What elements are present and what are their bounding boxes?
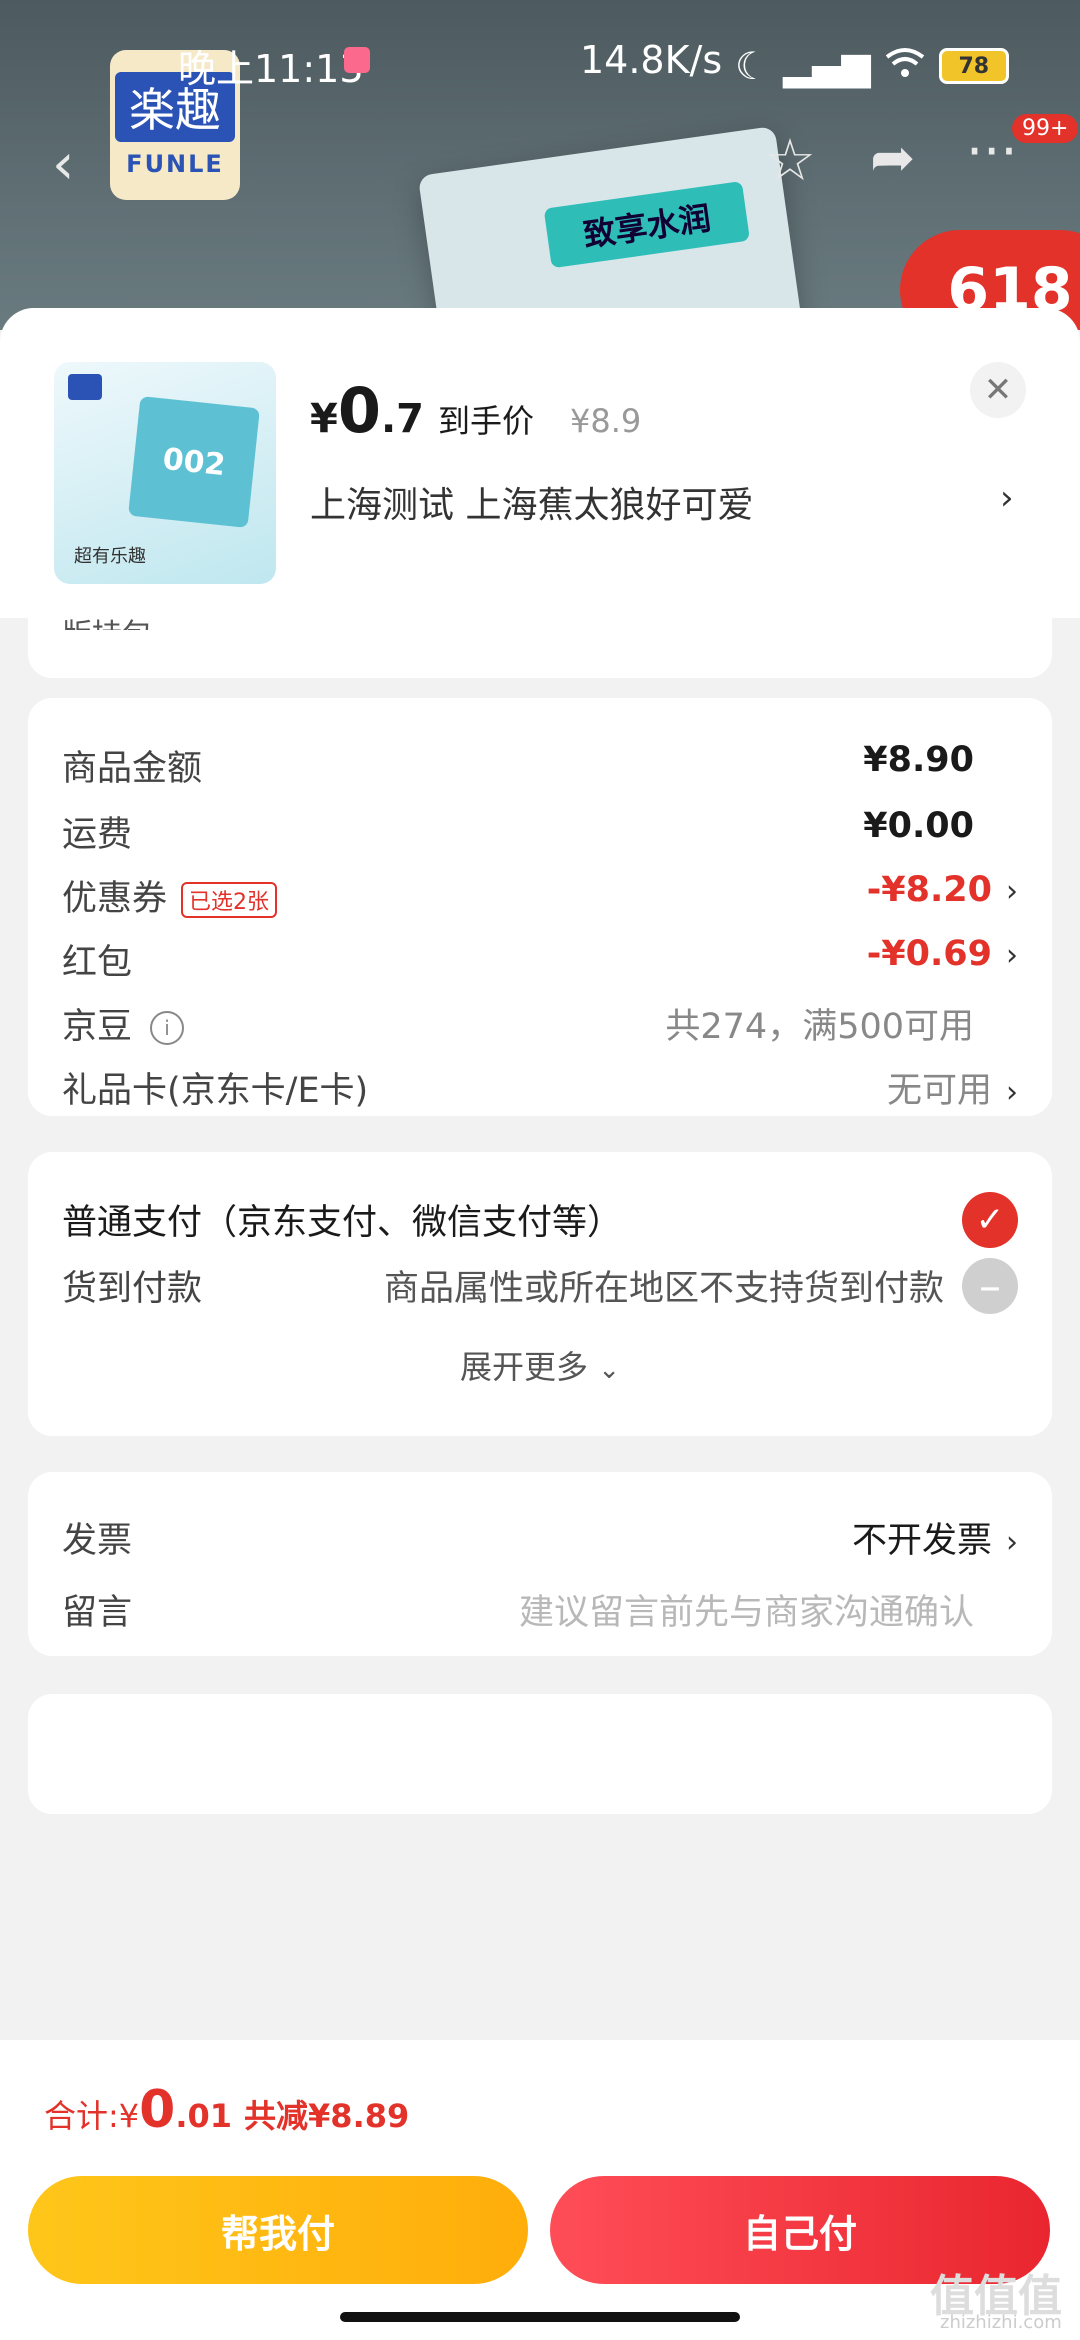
red-packet-value: -¥0.69 bbox=[866, 934, 992, 974]
watermark-sub: zhizhizhi.com bbox=[940, 2312, 1062, 2333]
thumb-tagline: 超有乐趣 bbox=[74, 546, 146, 567]
red-packet-label: 红包 bbox=[62, 943, 133, 983]
price-summary-card: 商品金额 ¥8.90 运费 ¥0.00 优惠券 已选2张 -¥8.20 › 红包 -… bbox=[28, 698, 1052, 1116]
share-icon[interactable]: ➦ bbox=[870, 126, 915, 189]
invoice-message-card: 发票 不开发票 › 留言 建议留言前先与商家沟通确认 bbox=[28, 1472, 1052, 1656]
product-header: 002 超有乐趣 ¥ 0 .7 到手价 ¥8.9 上海测试 上海蕉太狼好可爱 ›… bbox=[0, 308, 1080, 618]
gift-card-value: 无可用 bbox=[886, 1071, 992, 1111]
signal-icon: ▂▄▆ bbox=[783, 44, 871, 88]
network-speed: 14.8K/s bbox=[580, 38, 723, 82]
total-integer: 0 bbox=[139, 2080, 176, 2140]
expand-more-button[interactable]: 展开更多 ⌄ bbox=[28, 1342, 1052, 1388]
total-savings: 共减¥8.89 bbox=[244, 2097, 410, 2135]
thumb-package: 002 bbox=[128, 396, 260, 528]
more-icon[interactable]: ··· bbox=[966, 120, 1018, 183]
wifi-icon bbox=[885, 44, 925, 88]
chevron-right-icon[interactable]: › bbox=[1000, 478, 1014, 518]
gift-card-label: 礼品卡(京东卡/E卡) bbox=[62, 1071, 369, 1111]
price-integer: 0 bbox=[337, 374, 381, 447]
invoice-label: 发票 bbox=[62, 1521, 133, 1561]
disabled-minus-icon: – bbox=[962, 1258, 1018, 1314]
total-label: 合计: bbox=[44, 2097, 119, 2135]
next-section-card bbox=[28, 1694, 1052, 1814]
info-icon[interactable]: i bbox=[150, 1011, 185, 1045]
goods-amount-value: ¥8.90 bbox=[863, 740, 974, 780]
status-icons: ☾ ▂▄▆ 78 bbox=[735, 44, 1009, 88]
message-label: 留言 bbox=[62, 1593, 133, 1633]
checkout-bottom-bar: 合计: ¥ 0 .01 共减¥8.89 帮我付 自己付 bbox=[0, 2040, 1080, 2340]
chevron-down-icon: ⌄ bbox=[598, 1355, 620, 1385]
status-bar: 晚上11:13 14.8K/s ☾ ▂▄▆ 78 bbox=[0, 0, 1080, 120]
coupon-label: 优惠券 bbox=[62, 879, 168, 919]
goods-amount-label: 商品金额 bbox=[62, 749, 203, 789]
battery-icon: 78 bbox=[938, 48, 1009, 84]
payment-normal-label: 普通支付（京东支付、微信支付等） bbox=[62, 1203, 623, 1243]
favorite-star-icon[interactable]: ☆ bbox=[764, 126, 816, 194]
chevron-right-icon: › bbox=[1006, 874, 1018, 909]
shipping-label: 运费 bbox=[62, 815, 133, 855]
chevron-right-icon: › bbox=[1006, 938, 1018, 973]
chevron-right-icon: › bbox=[1006, 1525, 1018, 1560]
thumb-brand-mark bbox=[68, 374, 102, 400]
invoice-value: 不开发票 bbox=[851, 1521, 992, 1561]
price-label: 到手价 bbox=[438, 402, 535, 440]
expand-more-label: 展开更多 bbox=[460, 1348, 589, 1386]
close-icon[interactable]: ✕ bbox=[970, 362, 1026, 418]
total-symbol: ¥ bbox=[118, 2097, 140, 2135]
shipping-value: ¥0.00 bbox=[863, 806, 974, 846]
collapsed-section: 版持包 bbox=[28, 618, 1052, 678]
payment-cod-note: 商品属性或所在地区不支持货到付款 bbox=[383, 1269, 944, 1309]
delivery-address[interactable]: 上海测试 上海蕉太狼好可爱 bbox=[310, 476, 753, 528]
coupon-selected-badge: 已选2张 bbox=[181, 882, 278, 918]
collapsed-section-text: 版持包 bbox=[62, 610, 152, 630]
app-notification-icon bbox=[344, 47, 370, 73]
chevron-right-icon: › bbox=[1006, 1075, 1018, 1110]
total-decimal: .01 bbox=[175, 2097, 233, 2135]
order-total: 合计: ¥ 0 .01 共减¥8.89 bbox=[44, 2080, 409, 2140]
back-arrow-icon[interactable]: ‹ bbox=[52, 132, 74, 197]
product-thumbnail: 002 超有乐趣 bbox=[54, 362, 276, 584]
jd-beans-value: 共274，满500可用 bbox=[665, 1007, 974, 1047]
checkout-sheet: 002 超有乐趣 ¥ 0 .7 到手价 ¥8.9 上海测试 上海蕉太狼好可爱 ›… bbox=[0, 308, 1080, 2340]
help-me-pay-button[interactable]: 帮我付 bbox=[28, 2176, 528, 2284]
moon-icon: ☾ bbox=[735, 44, 770, 88]
message-input[interactable]: 建议留言前先与商家沟通确认 bbox=[519, 1584, 974, 1635]
jd-beans-label: 京豆 bbox=[62, 1007, 133, 1047]
message-count-badge: 99+ bbox=[1012, 114, 1079, 143]
payment-cod-label: 货到付款 bbox=[62, 1269, 203, 1309]
price-decimal: .7 bbox=[380, 396, 425, 442]
home-indicator[interactable] bbox=[340, 2312, 740, 2322]
final-price: ¥ 0 .7 到手价 ¥8.9 bbox=[310, 374, 641, 447]
original-price: ¥8.9 bbox=[570, 402, 642, 440]
status-time: 晚上11:13 bbox=[178, 47, 364, 91]
payment-method-card: 普通支付（京东支付、微信支付等） ✓ 货到付款 商品属性或所在地区不支持货到付款… bbox=[28, 1152, 1052, 1436]
product-top-nav: ‹ ☆ ➦ ··· 99+ bbox=[0, 114, 1080, 200]
price-symbol: ¥ bbox=[310, 396, 338, 442]
coupon-value: -¥8.20 bbox=[866, 870, 992, 910]
checkmark-icon[interactable]: ✓ bbox=[962, 1192, 1018, 1248]
